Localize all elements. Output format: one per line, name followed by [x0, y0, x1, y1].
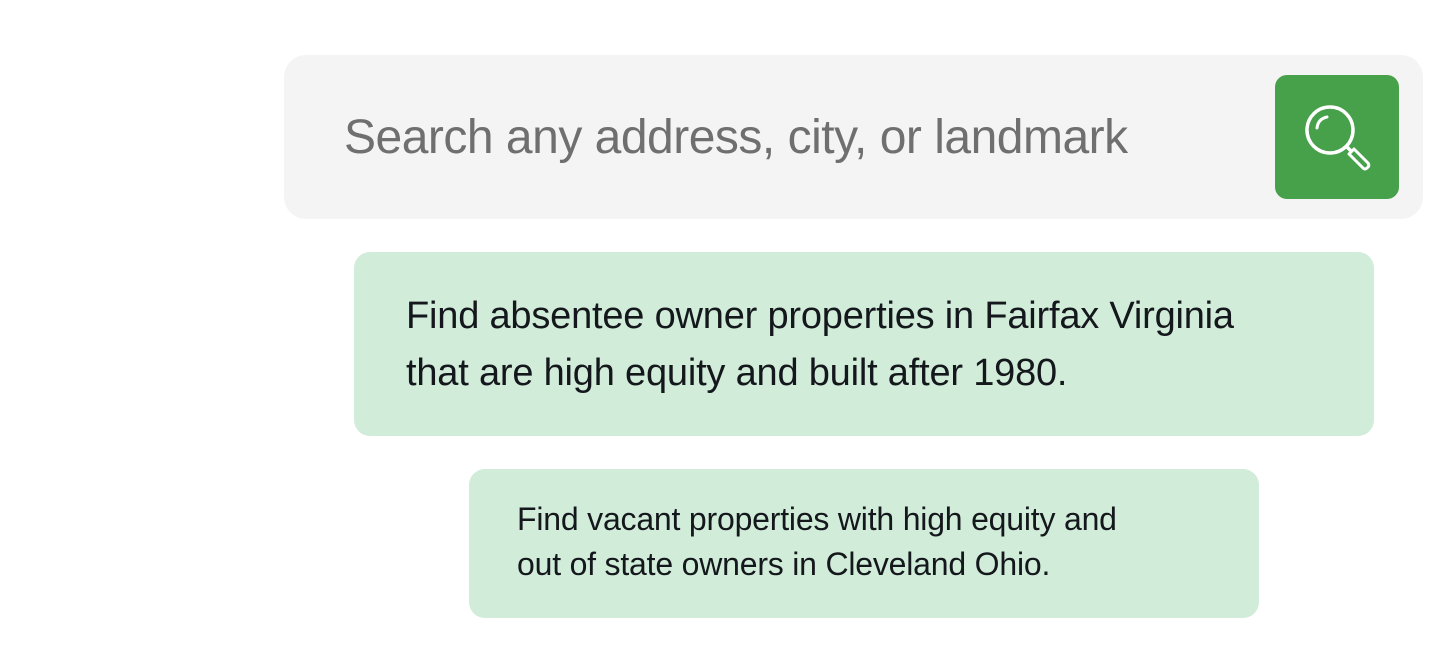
- suggestion-item[interactable]: Find absentee owner properties in Fairfa…: [354, 252, 1374, 436]
- suggestion-text-line: out of state owners in Cleveland Ohio.: [517, 546, 1051, 582]
- suggestion-text-line: Find vacant properties with high equity …: [517, 501, 1117, 537]
- search-button[interactable]: [1275, 75, 1399, 199]
- search-canvas: Find absentee owner properties in Fairfa…: [0, 0, 1432, 662]
- search-bar: [284, 55, 1423, 219]
- suggestion-item[interactable]: Find vacant properties with high equity …: [469, 469, 1259, 618]
- search-icon: [1299, 99, 1375, 175]
- suggestion-text-line: that are high equity and built after 198…: [406, 352, 1068, 394]
- search-input[interactable]: [344, 105, 1244, 169]
- suggestion-text-line: Find absentee owner properties in Fairfa…: [406, 295, 1234, 337]
